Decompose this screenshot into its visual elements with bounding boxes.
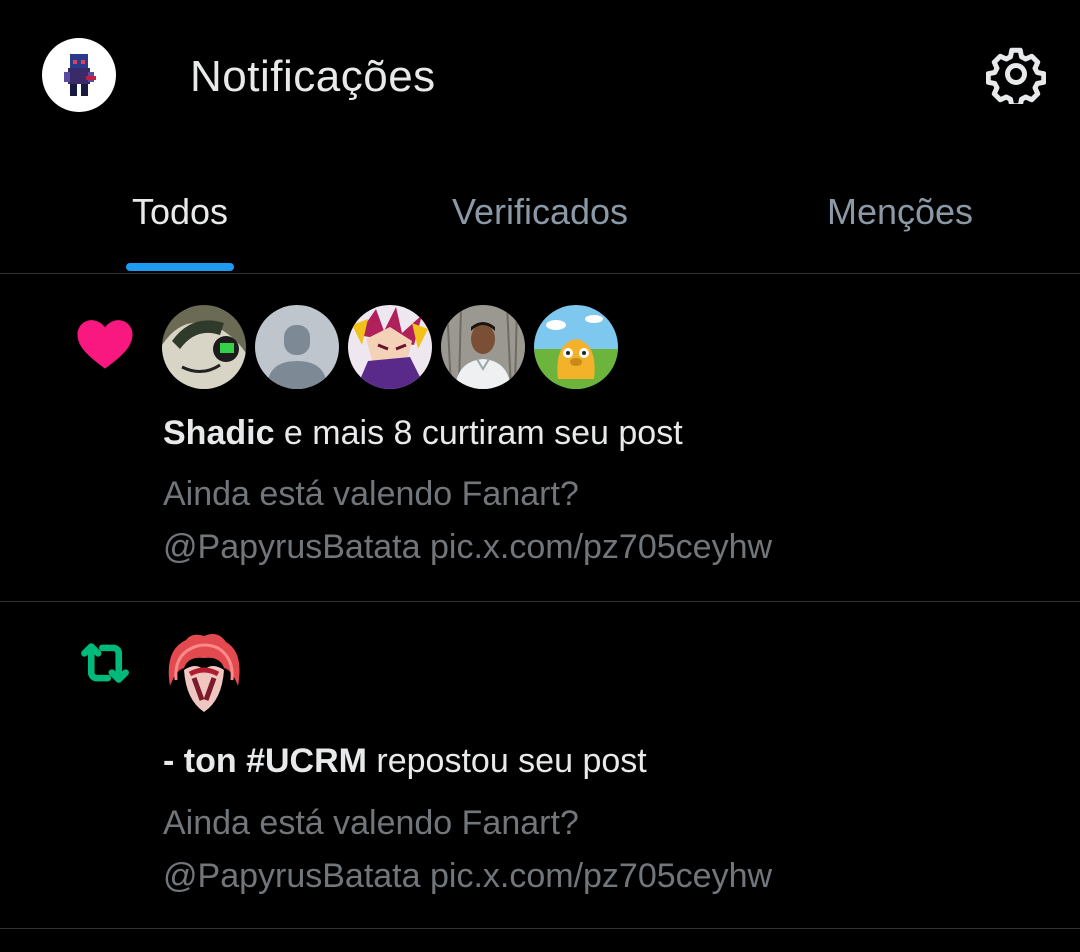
post-text-line: Ainda está valendo Fanart? — [163, 804, 579, 842]
tab-mencoes[interactable]: Menções — [720, 150, 1080, 273]
jake-avatar-icon — [534, 305, 618, 389]
reposter-avatars — [162, 630, 246, 714]
action-text: repostou seu post — [366, 742, 647, 780]
notification-tabs: Todos Verificados Menções — [0, 150, 1080, 274]
liker-avatars — [162, 305, 618, 389]
tab-label: Menções — [826, 190, 974, 232]
profile-avatar[interactable] — [42, 38, 116, 112]
active-tab-indicator — [126, 263, 234, 271]
default-avatar-icon — [255, 305, 339, 389]
shadic-avatar-icon — [162, 305, 246, 389]
post-link-line: @PapyrusBatata pic.x.com/pz705ceyhw — [163, 857, 773, 895]
red-hair-avatar-icon — [162, 630, 246, 714]
tab-label: Verificados — [451, 190, 629, 232]
avatar-anime[interactable] — [348, 305, 432, 389]
tab-verificados[interactable]: Verificados — [360, 150, 720, 273]
post-text-line: Ainda está valendo Fanart? — [163, 475, 579, 513]
avatar-photo[interactable] — [441, 305, 525, 389]
pixel-character-avatar-icon — [64, 54, 96, 96]
page-title: Notificações — [190, 52, 436, 101]
tab-todos[interactable]: Todos — [0, 150, 360, 273]
settings-button[interactable] — [985, 44, 1047, 109]
notification-like[interactable]: Shadic e mais 8 curtiram seu post Ainda … — [0, 274, 1080, 602]
action-text: e mais 8 curtiram seu post — [274, 414, 683, 452]
post-link-line: @PapyrusBatata pic.x.com/pz705ceyhw — [163, 528, 773, 566]
gear-icon — [985, 47, 1047, 109]
notification-text: - ton #UCRM repostou seu post — [163, 742, 647, 781]
top-app-bar: Notificações — [0, 0, 1080, 150]
tab-label: Todos — [131, 190, 229, 232]
heart-icon — [77, 320, 133, 369]
avatar-ton[interactable] — [162, 630, 246, 714]
anime-avatar-icon — [348, 305, 432, 389]
post-preview: Ainda está valendo Fanart? @PapyrusBatat… — [163, 797, 772, 903]
photo-avatar-icon — [441, 305, 525, 389]
notification-text: Shadic e mais 8 curtiram seu post — [163, 414, 683, 453]
actor-name[interactable]: - ton #UCRM — [163, 742, 367, 780]
repost-icon — [81, 643, 129, 683]
actor-name[interactable]: Shadic — [163, 414, 274, 452]
notification-repost[interactable]: - ton #UCRM repostou seu post Ainda está… — [0, 602, 1080, 929]
avatar-default[interactable] — [255, 305, 339, 389]
avatar-shadic[interactable] — [162, 305, 246, 389]
avatar-jake[interactable] — [534, 305, 618, 389]
post-preview: Ainda está valendo Fanart? @PapyrusBatat… — [163, 468, 772, 574]
